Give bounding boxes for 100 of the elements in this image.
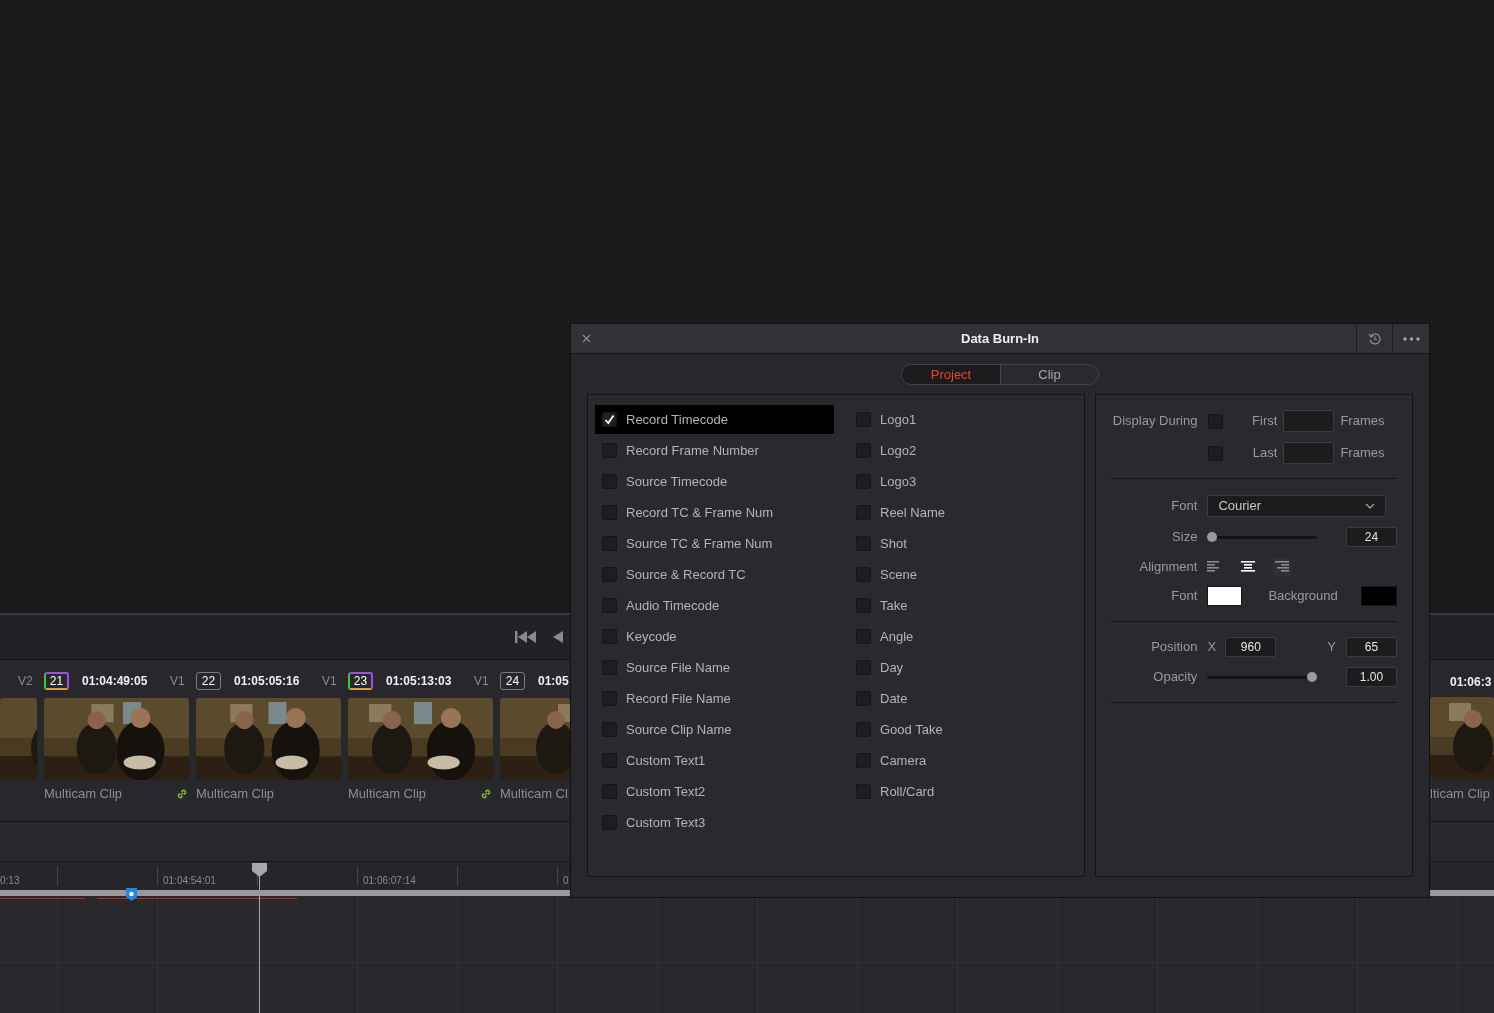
- alignment-label: Alignment: [1138, 558, 1198, 577]
- color-swatch[interactable]: [1207, 586, 1243, 606]
- ruler-timecode: 0: [563, 874, 569, 888]
- align-right-icon[interactable]: [1273, 558, 1292, 576]
- checkbox[interactable]: [602, 629, 617, 644]
- checkbox[interactable]: [856, 660, 871, 675]
- checkbox[interactable]: [856, 784, 871, 799]
- frames-label: Frames: [1340, 412, 1385, 431]
- burn-in-field[interactable]: Logo3: [849, 467, 1069, 496]
- checkbox[interactable]: [856, 691, 871, 706]
- burn-in-field[interactable]: Custom Text1: [595, 746, 834, 775]
- field-label: Logo2: [880, 441, 917, 460]
- close-icon[interactable]: [582, 334, 591, 343]
- value-field[interactable]: 1.00: [1346, 667, 1397, 687]
- checkbox[interactable]: [856, 505, 871, 520]
- reverse-play-icon[interactable]: [553, 630, 563, 644]
- field-label: Custom Text3: [626, 813, 706, 832]
- checkbox[interactable]: [602, 567, 617, 582]
- checkbox[interactable]: [856, 722, 871, 737]
- playhead[interactable]: [252, 863, 267, 890]
- playhead-line[interactable]: [259, 896, 260, 1013]
- checkbox[interactable]: [856, 567, 871, 582]
- skip-to-start-icon[interactable]: [515, 630, 537, 644]
- background-label: Background: [1268, 587, 1338, 606]
- track-label: V2: [18, 673, 34, 690]
- burn-in-field[interactable]: Shot: [849, 529, 1069, 558]
- burn-in-field[interactable]: Record Timecode: [595, 405, 834, 434]
- checkbox[interactable]: [602, 691, 617, 706]
- burn-in-field[interactable]: Date: [849, 684, 1069, 713]
- field-label: Date: [880, 689, 908, 708]
- font-label: Font: [1170, 497, 1198, 516]
- frames-field[interactable]: [1283, 442, 1335, 464]
- burn-in-field[interactable]: Good Take: [849, 715, 1069, 744]
- burn-in-field[interactable]: Camera: [849, 746, 1069, 775]
- burn-in-field[interactable]: Source & Record TC: [595, 560, 834, 589]
- burn-in-field[interactable]: Source Timecode: [595, 467, 834, 496]
- value-field[interactable]: 24: [1346, 527, 1397, 547]
- tab[interactable]: Clip: [1000, 365, 1098, 384]
- field-label: Keycode: [626, 627, 677, 646]
- checkbox[interactable]: [602, 474, 617, 489]
- checkbox[interactable]: [602, 598, 617, 613]
- slider-thumb[interactable]: [1207, 532, 1218, 542]
- size-slider[interactable]: [1207, 532, 1318, 542]
- track-label: V1: [322, 673, 338, 690]
- checkbox[interactable]: [602, 722, 617, 737]
- font-dropdown[interactable]: Courier: [1207, 495, 1387, 517]
- burn-in-field[interactable]: Angle: [849, 622, 1069, 651]
- burn-in-field[interactable]: Keycode: [595, 622, 834, 651]
- slider-thumb[interactable]: [1307, 672, 1318, 682]
- checkbox[interactable]: [856, 753, 871, 768]
- field-label: Custom Text1: [626, 751, 706, 770]
- checkbox[interactable]: [856, 474, 871, 489]
- burn-in-field[interactable]: Record Frame Number: [595, 436, 834, 465]
- burn-in-field[interactable]: Source TC & Frame Num: [595, 529, 834, 558]
- checkbox[interactable]: [602, 784, 617, 799]
- value-field[interactable]: 960: [1225, 637, 1277, 657]
- checkbox[interactable]: [602, 443, 617, 458]
- checkbox[interactable]: [1208, 413, 1224, 429]
- field-label: Camera: [880, 751, 927, 770]
- checkbox[interactable]: [856, 443, 871, 458]
- burn-in-field[interactable]: Source File Name: [595, 653, 834, 682]
- size-label: Size: [1171, 528, 1198, 547]
- clip-timecode: 01:05:13:03: [386, 673, 452, 690]
- checkbox[interactable]: [602, 505, 617, 520]
- checkbox[interactable]: [602, 536, 617, 551]
- checkbox[interactable]: [856, 412, 871, 427]
- reset-icon: [1367, 331, 1382, 346]
- checkbox[interactable]: [602, 753, 617, 768]
- burn-in-field[interactable]: Record TC & Frame Num: [595, 498, 834, 527]
- clip-name: Multicam Cl: [500, 785, 568, 804]
- checkbox[interactable]: [856, 629, 871, 644]
- clip-name: Multicam Clip: [348, 785, 426, 804]
- checkbox[interactable]: [856, 536, 871, 551]
- value-field[interactable]: 65: [1346, 637, 1397, 657]
- frames-field[interactable]: [1283, 410, 1335, 432]
- burn-in-field[interactable]: Logo2: [849, 436, 1069, 465]
- color-swatch[interactable]: [1361, 586, 1397, 606]
- checkbox[interactable]: [602, 412, 617, 427]
- burn-in-field[interactable]: Roll/Card: [849, 777, 1069, 806]
- checkbox[interactable]: [856, 598, 871, 613]
- opacity-slider[interactable]: [1207, 672, 1318, 682]
- burn-in-field[interactable]: Audio Timecode: [595, 591, 834, 620]
- burn-in-field[interactable]: Source Clip Name: [595, 715, 834, 744]
- burn-in-field[interactable]: Take: [849, 591, 1069, 620]
- burn-in-field[interactable]: Custom Text2: [595, 777, 834, 806]
- checkbox[interactable]: [602, 660, 617, 675]
- marker-icon[interactable]: [126, 888, 137, 901]
- clip-number: 22: [196, 672, 221, 690]
- burn-in-field[interactable]: Day: [849, 653, 1069, 682]
- burn-in-field[interactable]: Reel Name: [849, 498, 1069, 527]
- burn-in-field[interactable]: Record File Name: [595, 684, 834, 713]
- first-label: First: [1251, 412, 1278, 431]
- burn-in-field[interactable]: Scene: [849, 560, 1069, 589]
- checkbox[interactable]: [602, 815, 617, 830]
- burn-in-field[interactable]: Custom Text3: [595, 808, 834, 837]
- track-label: V1: [474, 673, 490, 690]
- tab[interactable]: Project: [902, 365, 1000, 384]
- burn-in-field[interactable]: Logo1: [849, 405, 1069, 434]
- checkbox[interactable]: [1208, 445, 1224, 461]
- y-label: Y: [1327, 638, 1336, 657]
